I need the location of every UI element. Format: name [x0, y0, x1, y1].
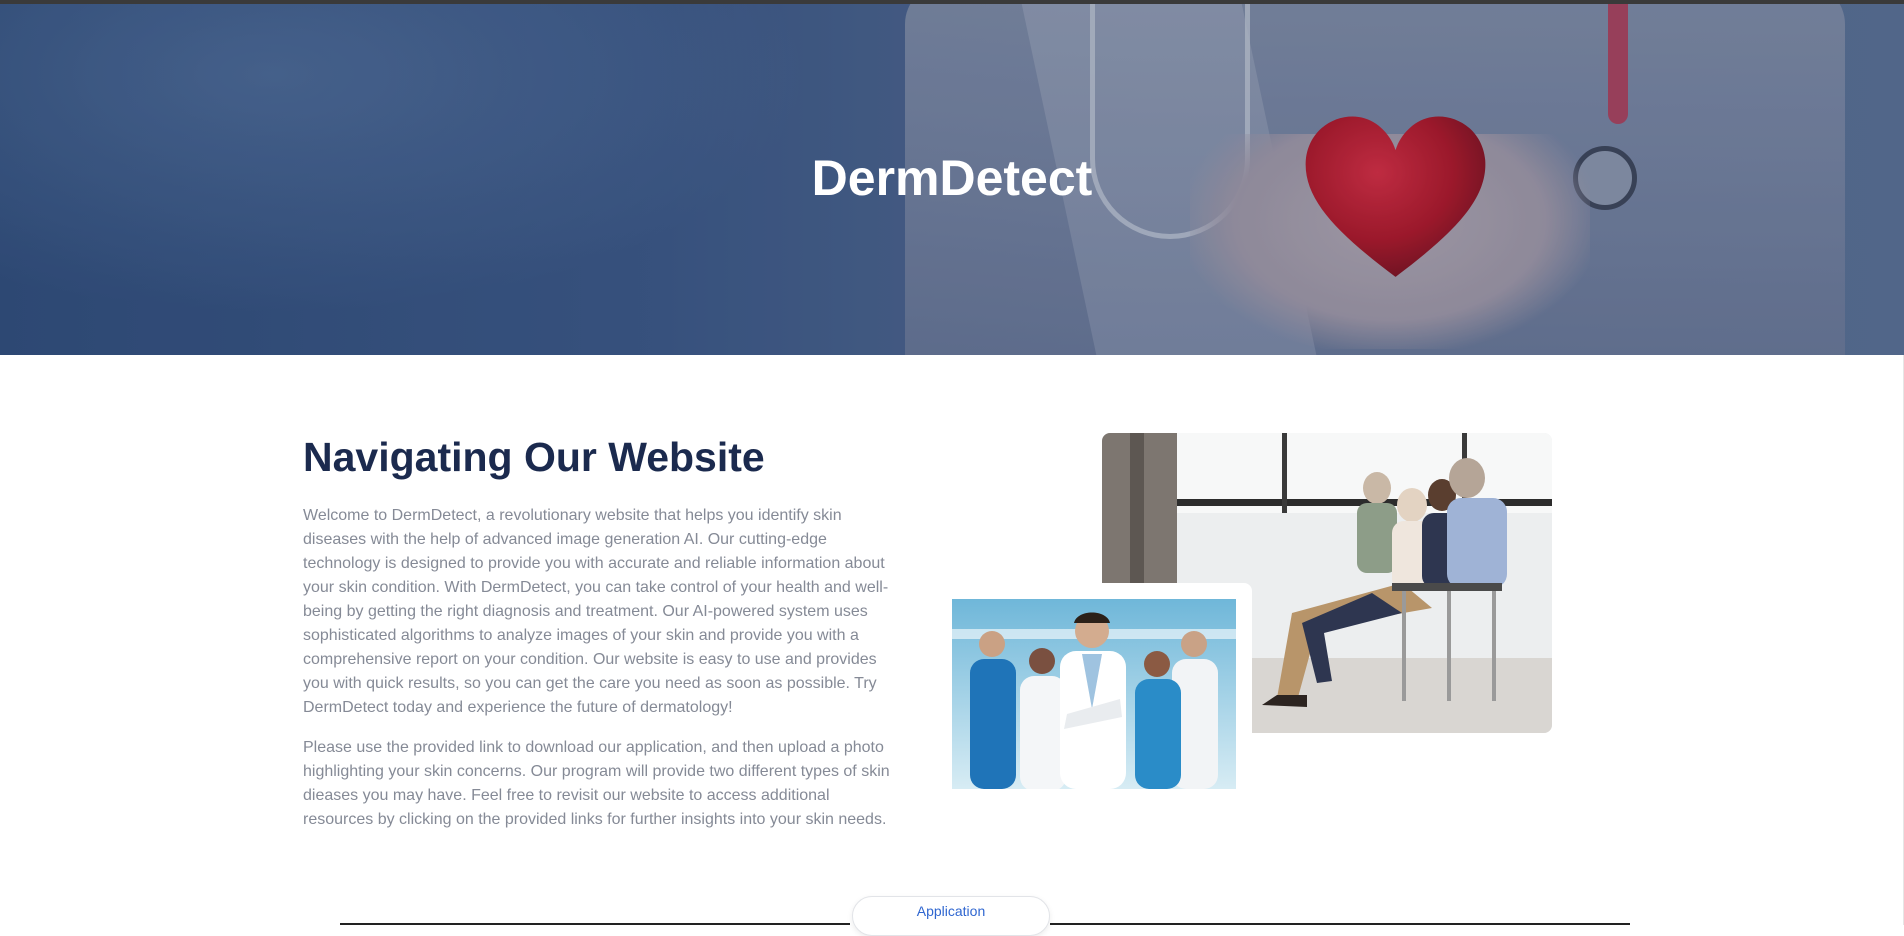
instructions-paragraph: Please use the provided link to download… [303, 739, 890, 828]
hero-banner: DermDetect [0, 4, 1904, 355]
application-button[interactable]: Application [852, 896, 1050, 936]
intro-paragraph: Welcome to DermDetect, a revolutionary w… [303, 507, 889, 716]
medical-team-illustration [952, 599, 1236, 789]
site-title: DermDetect [811, 150, 1093, 206]
section-heading: Navigating Our Website [303, 434, 765, 480]
medical-team-photo [952, 599, 1236, 789]
